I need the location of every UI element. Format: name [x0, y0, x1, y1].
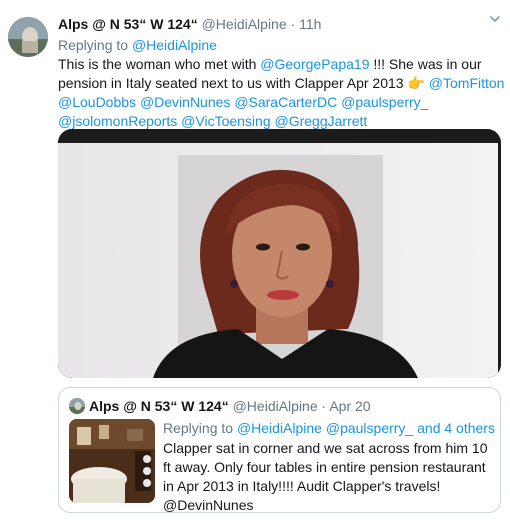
- quoted-author-handle: @HeidiAlpine: [232, 398, 318, 414]
- mention-jsolomonreports[interactable]: @jsolomonReports: [58, 113, 177, 129]
- tweet[interactable]: Alps @ N 53“ W 124“ @HeidiAlpine · 11h R…: [0, 0, 510, 523]
- quoted-replying-to-handles: @HeidiAlpine @paulsperry_: [236, 420, 414, 436]
- mention-paulsperry[interactable]: @paulsperry_: [341, 94, 428, 110]
- restaurant-interior-photo: [69, 419, 155, 503]
- mention-victoensing[interactable]: @VicToensing: [181, 113, 270, 129]
- quoted-tweet-body: Clapper sat in corner and we sat across …: [163, 440, 488, 494]
- replying-to: Replying to @HeidiAlpine: [58, 36, 217, 54]
- separator-dot: ·: [290, 16, 296, 32]
- mention-loudobbs[interactable]: @LouDobbs: [58, 94, 136, 110]
- quoted-tweet-time: Apr 20: [329, 398, 371, 414]
- quoted-tweet-text: Clapper sat in corner and we sat across …: [163, 439, 493, 515]
- author-name[interactable]: Alps @ N 53“ W 124“: [58, 16, 198, 32]
- quoted-author-name: Alps @ N 53“ W 124“: [89, 398, 229, 414]
- tweet-text-part1: This is the woman who met with: [58, 56, 261, 72]
- chevron-down-icon[interactable]: [488, 12, 502, 26]
- quoted-replying-to-label: Replying to: [163, 420, 234, 436]
- quoted-replying-to: Replying to @HeidiAlpine @paulsperry_ an…: [163, 419, 495, 437]
- quoted-tweet-header: Alps @ N 53“ W 124“ @HeidiAlpine · Apr 2…: [89, 397, 371, 415]
- woman-portrait-photo[interactable]: [58, 129, 501, 378]
- quoted-replying-to-others: and 4 others: [417, 420, 495, 436]
- tweet-header: Alps @ N 53“ W 124“ @HeidiAlpine · 11h: [58, 15, 321, 34]
- replying-to-handle[interactable]: @HeidiAlpine: [132, 37, 217, 53]
- quoted-tweet[interactable]: Alps @ N 53“ W 124“ @HeidiAlpine · Apr 2…: [58, 387, 501, 513]
- author-handle[interactable]: @HeidiAlpine: [202, 16, 287, 32]
- mention-greggjarrett[interactable]: @GreggJarrett: [275, 113, 368, 129]
- author-avatar[interactable]: [8, 17, 48, 57]
- mention-saracarterdc[interactable]: @SaraCarterDC: [234, 94, 337, 110]
- tweet-text: This is the woman who met with @GeorgePa…: [58, 55, 506, 131]
- mention-devinnunes[interactable]: @DevinNunes: [140, 94, 230, 110]
- quoted-mention-devinnunes: @DevinNunes: [163, 497, 254, 513]
- mention-tomfitton[interactable]: @TomFitton: [429, 75, 505, 91]
- tweet-time[interactable]: 11h: [299, 16, 321, 32]
- mention-georgepapa19[interactable]: @GeorgePapa19: [260, 56, 369, 72]
- pointing-hand-emoji: 👉: [407, 75, 425, 91]
- separator-dot: ·: [321, 398, 327, 414]
- quoted-author-avatar: [69, 398, 85, 414]
- replying-to-label: Replying to: [58, 37, 129, 53]
